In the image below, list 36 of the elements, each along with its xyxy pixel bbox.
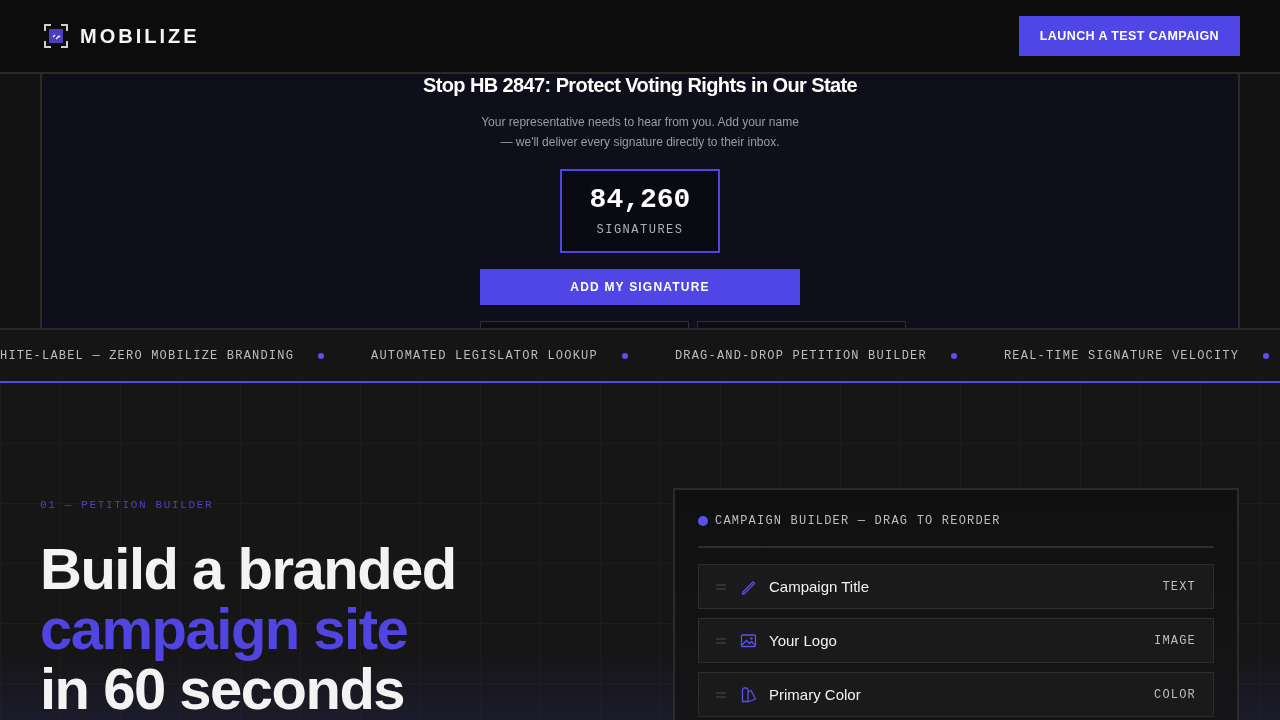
ticker-item: REAL-TIME SIGNATURE VELOCITY — [1003, 347, 1240, 364]
field-type-label: TEXT — [1162, 578, 1196, 595]
builder-field-row[interactable]: Campaign Title TEXT — [698, 564, 1214, 609]
builder-field-row[interactable]: Primary Color COLOR — [698, 672, 1214, 717]
builder-title: CAMPAIGN BUILDER — DRAG TO REORDER — [715, 513, 1001, 529]
petition-title: Stop HB 2847: Protect Voting Rights in Our State — [422, 74, 858, 96]
field-label: Campaign Title — [769, 577, 870, 596]
petition-description: Your representative needs to hear from you. Add your name — we'll deliver every signature directly to their inbox. — [480, 114, 800, 151]
launch-campaign-button[interactable]: LAUNCH A TEST CAMPAIGN — [1018, 16, 1240, 56]
add-signature-button[interactable]: ADD MY SIGNATURE — [480, 269, 800, 305]
bullet-dot-icon — [1263, 352, 1270, 359]
ticker-item: AUTOMATED LEGISLATOR LOOKUP — [371, 347, 598, 364]
bullet-dot-icon — [950, 352, 957, 359]
builder-field-row[interactable]: Your Logo IMAGE — [698, 618, 1214, 663]
drag-handle-icon — [716, 583, 726, 590]
bullet-dot-icon — [318, 352, 325, 359]
input-field[interactable] — [480, 321, 689, 328]
section-eyebrow: 01 — PETITION BUILDER — [40, 498, 215, 512]
drag-handle-icon — [716, 691, 726, 698]
drag-handle-icon — [716, 637, 726, 644]
input-field[interactable] — [697, 321, 906, 328]
counter-label: SIGNATURES — [596, 222, 684, 238]
logo-icon — [44, 24, 68, 48]
field-label: Primary Color — [769, 685, 861, 704]
signature-count: 84,260 — [589, 183, 691, 217]
ticker-item: DRAG-AND-DROP PETITION BUILDER — [674, 347, 927, 364]
image-icon — [740, 632, 757, 649]
field-type-label: IMAGE — [1154, 632, 1196, 649]
ticker-item: HITE-LABEL — ZERO MOBILIZE BRANDING — [0, 347, 295, 364]
field-type-label: COLOR — [1154, 686, 1196, 703]
bullet-dot-icon — [621, 352, 628, 359]
brand-name: MOBILIZE — [80, 24, 200, 48]
section-heading: Build a branded campaign site in 60 seconds — [40, 539, 457, 719]
status-dot-icon — [698, 516, 708, 526]
field-label: Your Logo — [769, 631, 837, 650]
paint-swatch-icon — [740, 686, 757, 703]
